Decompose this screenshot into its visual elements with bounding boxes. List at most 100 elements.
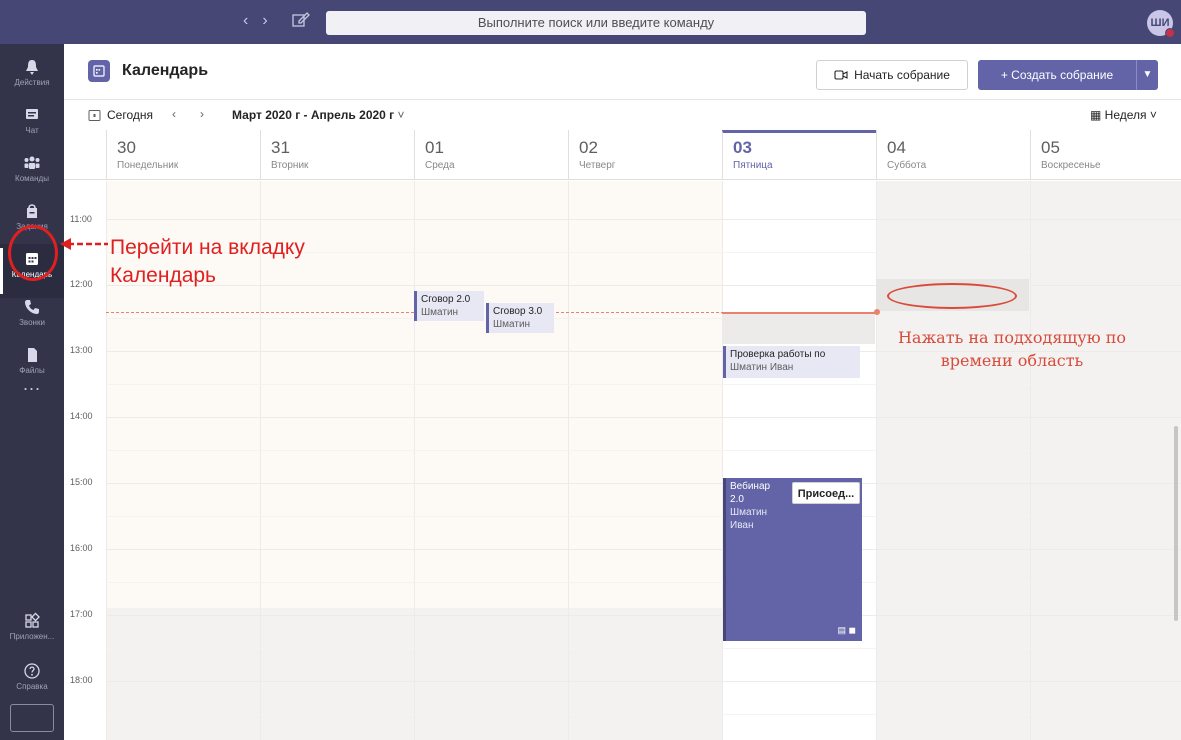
compose-icon[interactable] [292,12,310,28]
day-header-thu: 02 Четверг [568,130,722,180]
event-organizer: Шматин [421,307,459,318]
day-column-thu[interactable] [568,181,723,740]
create-meeting-button[interactable]: + Создать собрание ▼ [978,60,1158,90]
more-apps-icon[interactable]: ... [0,374,64,395]
past-time-shade [722,314,875,344]
rail-item-activity[interactable]: Действия [0,52,64,106]
rail-label: Справка [16,682,48,691]
time-label: 13:00 [70,345,93,355]
time-label: 12:00 [70,279,93,289]
day-number: 03 [733,138,752,157]
vertical-scrollbar[interactable] [1174,426,1178,621]
day-name: Пятница [733,160,773,171]
half-hour-line [106,516,1181,517]
chat-icon [26,109,38,119]
day-number: 31 [271,138,290,157]
hour-line [106,681,1181,682]
day-number: 05 [1041,138,1060,157]
hour-line [106,219,1181,220]
chevron-down-icon[interactable]: ▼ [1136,60,1158,90]
rail-item-apps[interactable]: Приложен... [0,606,64,660]
forward-arrow-icon[interactable]: › [262,12,267,30]
event-title: Вебинар 2.0 [730,481,771,505]
off-hours-area[interactable] [415,608,569,740]
hour-line [106,483,1181,484]
status-dot-icon [1165,28,1175,38]
off-hours-area[interactable] [261,608,415,740]
mobile-device-icon[interactable] [10,704,54,732]
day-name: Суббота [887,160,927,171]
video-camera-icon [834,70,848,80]
help-icon [24,663,40,679]
time-gutter: 11:00 12:00 13:00 14:00 15:00 16:00 17:0… [64,181,106,740]
search-input[interactable]: Выполните поиск или введите команду [326,11,866,35]
join-button[interactable]: Присоед... [792,482,860,504]
event-organizer: Шматин Иван [730,362,794,373]
start-meeting-button[interactable]: Начать собрание [816,60,968,90]
history-nav: ‹ › [243,12,268,30]
next-week-icon[interactable]: › [200,107,204,121]
avatar[interactable]: ШИ [1147,10,1175,38]
avatar-initials: ШИ [1150,17,1170,29]
day-header-wed: 01 Среда [414,130,568,180]
date-range-label: Март 2020 г - Апрель 2020 г [232,108,395,122]
rail-item-calls[interactable]: Звонки [0,292,64,346]
files-icon [28,348,37,362]
annotation-arrow-icon [60,238,108,250]
day-name: Понедельник [117,160,179,171]
view-label: Неделя [1104,108,1147,122]
event-organizer: Шматин Иван [730,507,768,531]
date-range-picker[interactable]: Март 2020 г - Апрель 2020 г ˅ [232,108,405,122]
view-icon: ▦ [1090,108,1105,122]
event-title: Проверка работы по [730,349,826,360]
half-hour-line [106,384,1181,385]
event-card[interactable]: Проверка работы по Шматин Иван [723,346,860,378]
day-number: 02 [579,138,598,157]
view-switcher[interactable]: ▦ Неделя ˅ [1090,108,1157,122]
event-card[interactable]: Сговор 2.0 Шматин [414,291,484,321]
day-name: Вторник [271,160,309,171]
day-name: Среда [425,160,455,171]
today-button[interactable]: Сегодня [88,108,153,122]
page-title: Календарь [122,62,209,79]
plus-icon: + [1000,68,1012,82]
rail-item-help[interactable]: Справка [0,656,64,710]
meeting-icons: ▤ ◼ [837,625,856,635]
day-header-row: 30 Понедельник 31 Вторник 01 Среда 02 Четвер… [64,130,1181,180]
rail-label: Чат [25,126,39,135]
day-column-sun[interactable] [1030,181,1181,740]
time-label: 16:00 [70,543,93,553]
half-hour-line [106,582,1181,583]
off-hours-area[interactable] [107,608,261,740]
apps-icon [25,612,40,628]
bell-icon [26,60,38,75]
rail-label: Команды [15,174,49,183]
event-title: Сговор 2.0 [421,294,471,305]
event-card[interactable]: Сговор 3.0 Шматин [486,303,554,333]
chevron-down-icon: ˅ [397,108,405,122]
teams-icon [24,156,40,169]
calendar-badge-icon [88,60,110,82]
day-header-tue: 31 Вторник [260,130,414,180]
prev-week-icon[interactable]: ‹ [172,107,176,121]
current-time-line-today [722,312,876,314]
calendar-toolbar: Сегодня ‹ › Март 2020 г - Апрель 2020 г … [64,100,1181,130]
rail-item-teams[interactable]: Команды [0,148,64,202]
day-number: 04 [887,138,906,157]
annotation-slot-hint: Нажать на подходящую по времени область [897,328,1127,370]
rail-item-chat[interactable]: Чат [0,100,64,154]
top-bar: ‹ › Выполните поиск или введите команду … [0,0,1181,44]
today-label: Сегодня [107,108,153,122]
rail-label: Действия [14,78,50,87]
day-column-fri[interactable] [722,181,876,740]
back-arrow-icon[interactable]: ‹ [243,12,248,30]
day-column-wed[interactable] [414,181,569,740]
day-name: Четверг [579,160,616,171]
half-hour-line [106,450,1181,451]
day-column-sat[interactable] [876,181,1030,740]
day-header-sun: 05 Воскресенье [1030,130,1181,180]
event-card-webinar[interactable]: Вебинар 2.0 Шматин Иван Присоед... ▤ ◼ [723,478,862,641]
off-hours-area[interactable] [569,608,723,740]
time-label: 15:00 [70,477,93,487]
day-number: 01 [425,138,444,157]
